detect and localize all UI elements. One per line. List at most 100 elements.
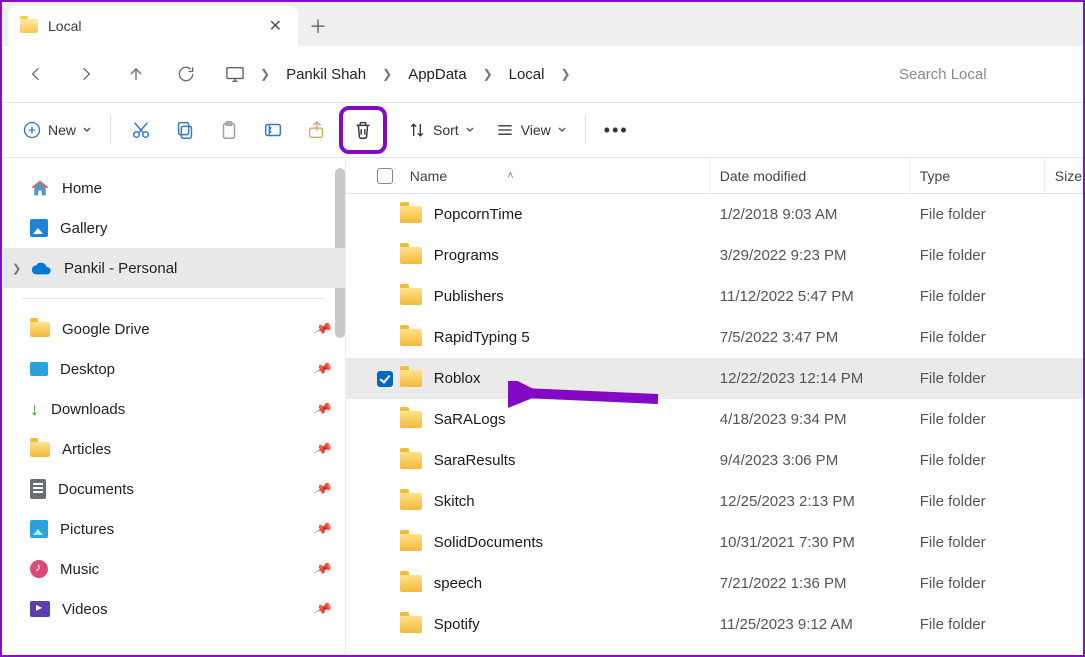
forward-button[interactable] xyxy=(64,52,108,96)
file-list: Name ˄ Date modified Type Size PopcornTim… xyxy=(345,158,1083,655)
tab-title: Local xyxy=(48,18,255,34)
file-name: Skitch xyxy=(434,493,475,510)
file-name: Roblox xyxy=(434,370,481,387)
sidebar-item-music[interactable]: Music 📌 xyxy=(2,549,345,589)
sidebar-item-label: Pankil - Personal xyxy=(64,260,177,277)
breadcrumb[interactable]: ❯ Pankil Shah ❯ AppData ❯ Local ❯ xyxy=(222,64,893,85)
sidebar-item-label: Videos xyxy=(62,601,108,618)
pin-icon: 📌 xyxy=(312,519,333,540)
breadcrumb-seg-0[interactable]: Pankil Shah xyxy=(282,64,370,85)
pin-icon: 📌 xyxy=(312,479,333,500)
row-checkbox[interactable] xyxy=(370,371,400,387)
sidebar-item-onedrive[interactable]: ❯ Pankil - Personal xyxy=(2,248,345,288)
table-row[interactable]: Spotify11/25/2023 9:12 AMFile folder xyxy=(346,604,1083,645)
sidebar-item-documents[interactable]: Documents 📌 xyxy=(2,469,345,509)
file-date: 4/18/2023 9:34 PM xyxy=(710,411,910,428)
file-name: PopcornTime xyxy=(434,206,523,223)
file-type: File folder xyxy=(910,534,1045,551)
table-row[interactable]: Roblox12/22/2023 12:14 PMFile folder xyxy=(346,358,1083,399)
tab-close-icon[interactable]: ✕ xyxy=(265,16,286,36)
view-button[interactable]: View xyxy=(485,110,577,150)
sidebar-item-gallery[interactable]: Gallery xyxy=(2,208,345,248)
table-row[interactable]: Skitch 12/25/2023 2:13 PMFile folder xyxy=(346,481,1083,522)
chevron-right-icon[interactable]: ❯ xyxy=(479,67,497,81)
sort-label: Sort xyxy=(433,122,459,138)
more-button[interactable]: ••• xyxy=(594,110,639,150)
chevron-right-icon[interactable]: ❯ xyxy=(556,67,574,81)
chevron-right-icon[interactable]: ❯ xyxy=(378,67,396,81)
this-pc-icon[interactable] xyxy=(222,65,248,83)
table-row[interactable]: RapidTyping 57/5/2022 3:47 PMFile folder xyxy=(346,317,1083,358)
delete-button[interactable] xyxy=(352,110,374,150)
column-headers[interactable]: Name ˄ Date modified Type Size xyxy=(346,158,1083,194)
file-name: speech xyxy=(434,575,482,592)
music-icon xyxy=(30,560,48,578)
column-type[interactable]: Type xyxy=(910,158,1045,193)
sort-button[interactable]: Sort xyxy=(397,110,485,150)
sidebar-item-label: Articles xyxy=(62,441,111,458)
chevron-right-icon[interactable]: ❯ xyxy=(12,262,21,275)
view-label: View xyxy=(521,122,551,138)
select-all-checkbox[interactable] xyxy=(370,168,400,184)
chevron-right-icon[interactable]: ❯ xyxy=(256,67,274,81)
folder-icon xyxy=(400,247,422,264)
sort-asc-icon: ˄ xyxy=(507,170,513,182)
sidebar-item-label: Music xyxy=(60,561,99,578)
file-name: Programs xyxy=(434,247,499,264)
table-row[interactable]: SolidDocuments10/31/2021 7:30 PMFile fol… xyxy=(346,522,1083,563)
copy-button[interactable] xyxy=(163,110,207,150)
share-button[interactable] xyxy=(295,110,339,150)
table-row[interactable]: speech7/21/2022 1:36 PMFile folder xyxy=(346,563,1083,604)
file-date: 9/4/2023 3:06 PM xyxy=(710,452,910,469)
breadcrumb-seg-1[interactable]: AppData xyxy=(404,64,470,85)
rename-button[interactable] xyxy=(251,110,295,150)
sidebar-item-desktop[interactable]: Desktop 📌 xyxy=(2,349,345,389)
refresh-button[interactable] xyxy=(164,52,208,96)
cut-button[interactable] xyxy=(119,110,163,150)
sidebar-item-videos[interactable]: Videos 📌 xyxy=(2,589,345,629)
column-name[interactable]: Name xyxy=(410,168,447,184)
file-date: 12/25/2023 2:13 PM xyxy=(710,493,910,510)
tab-local[interactable]: Local ✕ xyxy=(8,6,298,46)
column-size[interactable]: Size xyxy=(1045,158,1083,193)
table-row[interactable]: Programs3/29/2022 9:23 PMFile folder xyxy=(346,235,1083,276)
file-type: File folder xyxy=(910,493,1045,510)
sidebar-item-pictures[interactable]: Pictures 📌 xyxy=(2,509,345,549)
file-type: File folder xyxy=(910,206,1045,223)
file-type: File folder xyxy=(910,452,1045,469)
file-date: 11/25/2023 9:12 AM xyxy=(710,616,910,633)
gallery-icon xyxy=(30,219,48,237)
sidebar-item-label: Home xyxy=(62,180,102,197)
sidebar-item-label: Desktop xyxy=(60,361,115,378)
table-row[interactable]: SaraResults9/4/2023 3:06 PMFile folder xyxy=(346,440,1083,481)
table-row[interactable]: PopcornTime1/2/2018 9:03 AMFile folder xyxy=(346,194,1083,235)
file-type: File folder xyxy=(910,329,1045,346)
folder-icon xyxy=(400,534,422,551)
table-row[interactable]: SaRALogs4/18/2023 9:34 PMFile folder xyxy=(346,399,1083,440)
search-input[interactable]: Search Local xyxy=(899,56,1069,92)
sidebar-item-home[interactable]: Home xyxy=(2,168,345,208)
sidebar-item-google-drive[interactable]: Google Drive 📌 xyxy=(2,309,345,349)
pin-icon: 📌 xyxy=(312,399,333,420)
file-name: RapidTyping 5 xyxy=(434,329,530,346)
file-name: SaRALogs xyxy=(434,411,506,428)
column-date[interactable]: Date modified xyxy=(710,158,910,193)
desktop-icon xyxy=(30,362,48,376)
file-name: Spotify xyxy=(434,616,480,633)
file-date: 12/22/2023 12:14 PM xyxy=(710,370,910,387)
folder-icon xyxy=(400,616,422,633)
paste-button[interactable] xyxy=(207,110,251,150)
file-type: File folder xyxy=(910,247,1045,264)
up-button[interactable] xyxy=(114,52,158,96)
breadcrumb-seg-2[interactable]: Local xyxy=(505,64,549,85)
new-button[interactable]: New xyxy=(12,110,102,150)
new-tab-button[interactable]: ＋ xyxy=(298,6,338,46)
back-button[interactable] xyxy=(14,52,58,96)
file-date: 10/31/2021 7:30 PM xyxy=(710,534,910,551)
pin-icon: 📌 xyxy=(312,439,333,460)
sidebar: Home Gallery ❯ Pankil - Personal Google … xyxy=(2,158,345,655)
table-row[interactable]: Publishers11/12/2022 5:47 PMFile folder xyxy=(346,276,1083,317)
sidebar-item-downloads[interactable]: ↓ Downloads 📌 xyxy=(2,389,345,429)
sidebar-item-articles[interactable]: Articles 📌 xyxy=(2,429,345,469)
videos-icon xyxy=(30,601,50,617)
